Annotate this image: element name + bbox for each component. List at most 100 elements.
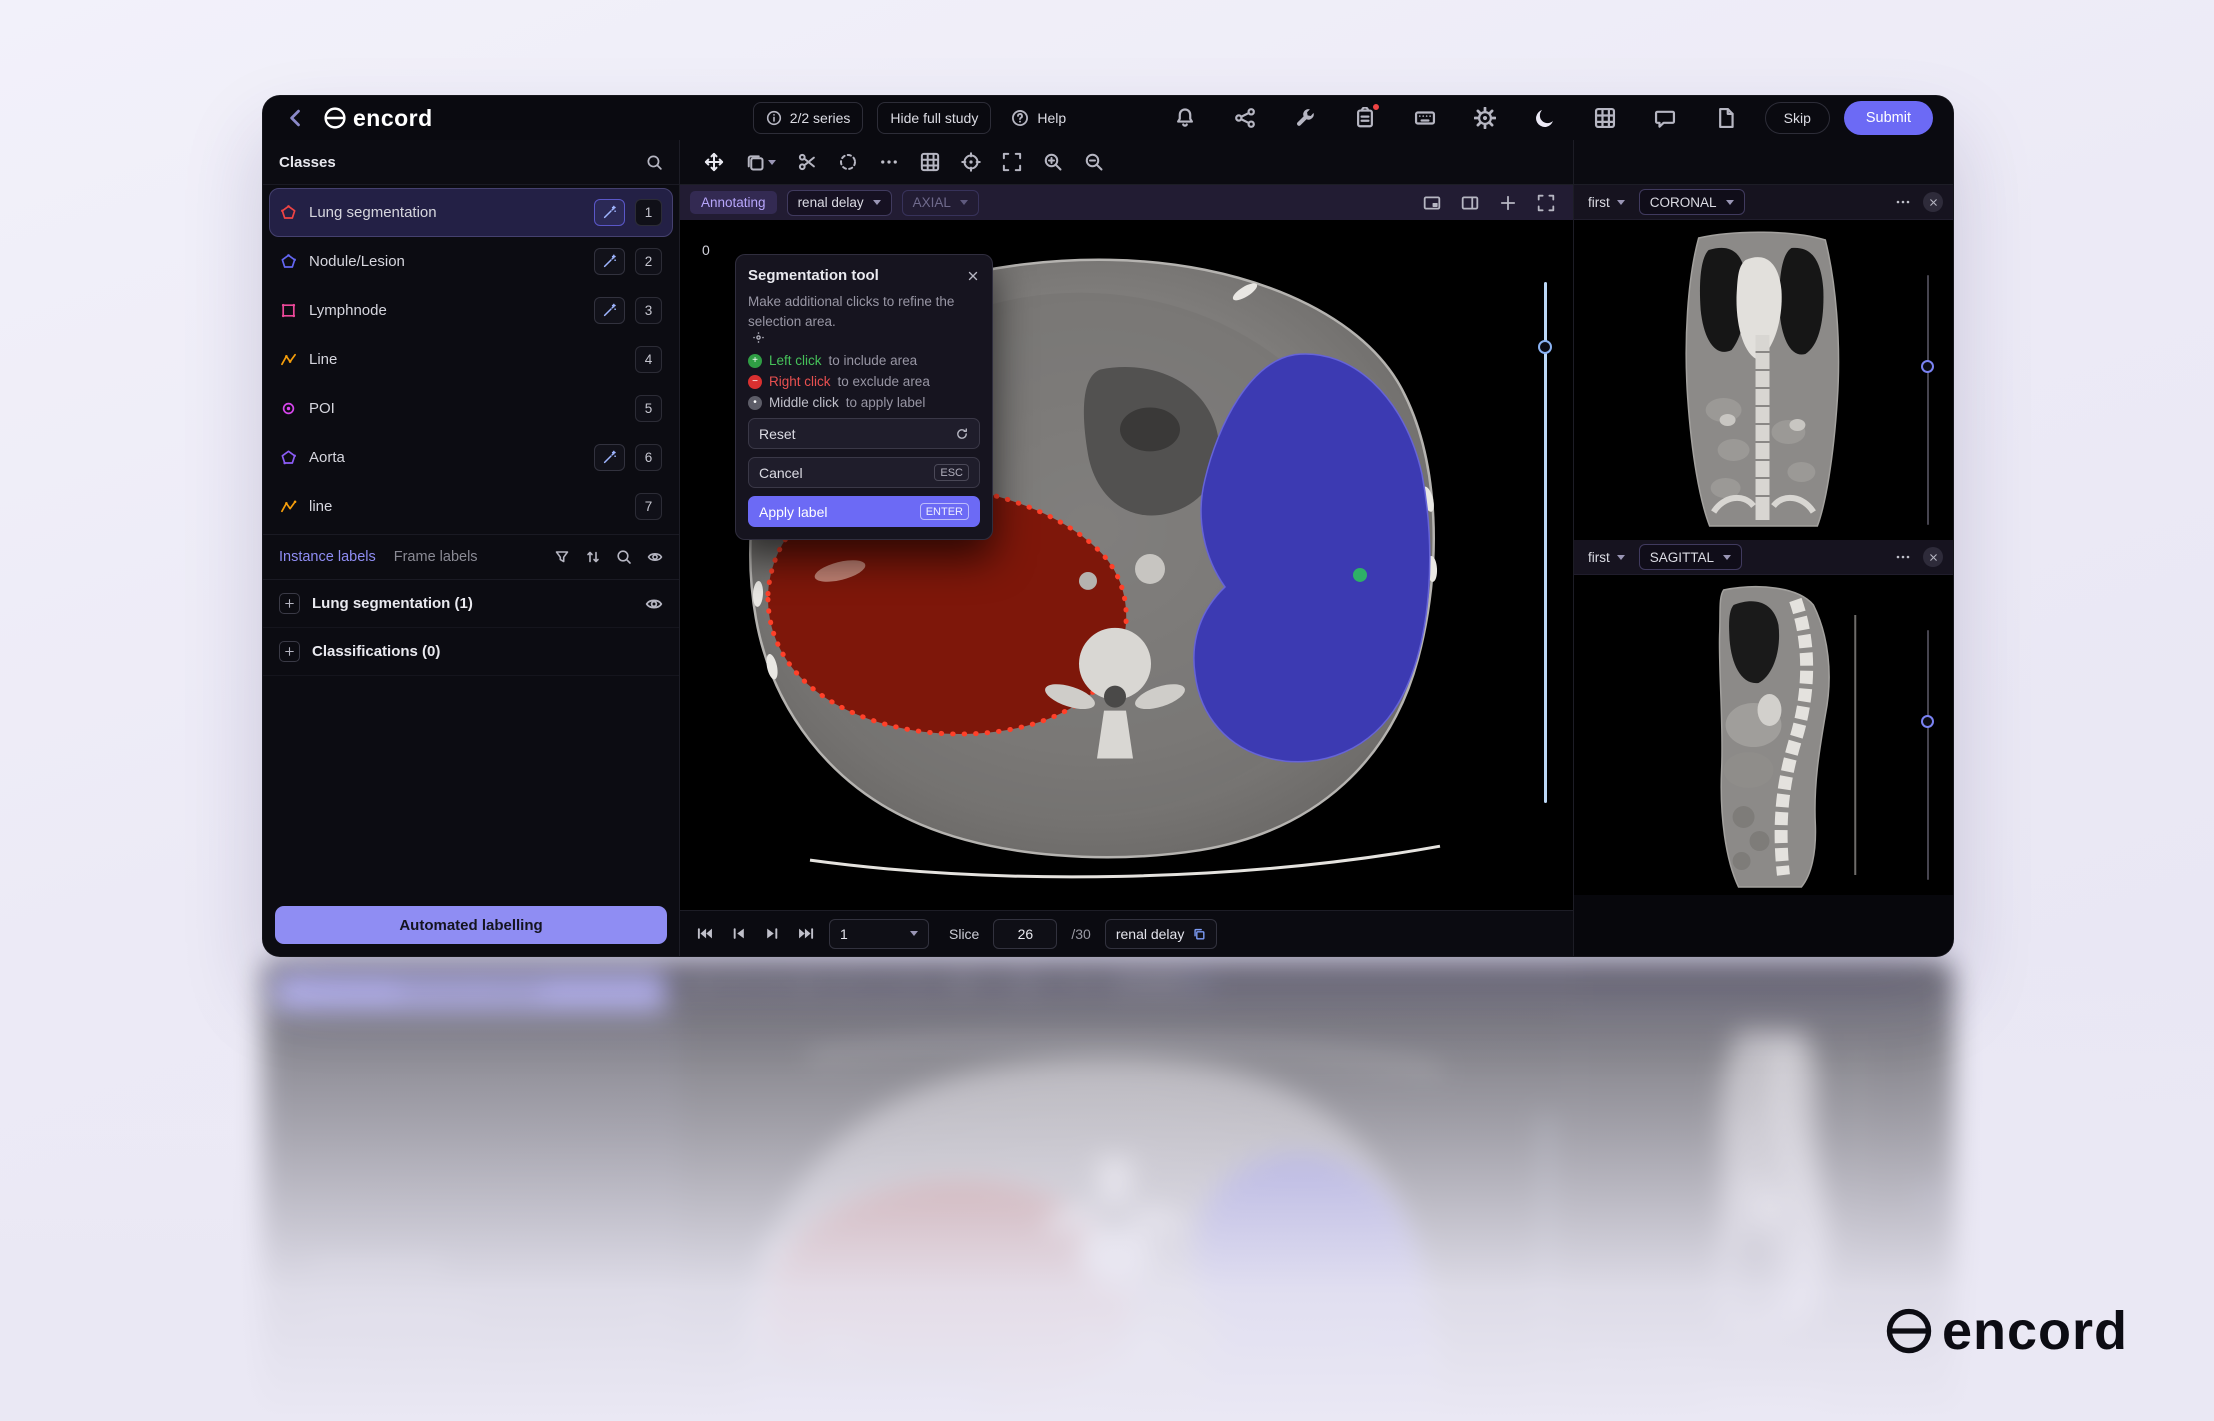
help-button[interactable]: Help bbox=[1011, 109, 1066, 127]
picture-in-picture-icon[interactable] bbox=[1423, 194, 1441, 212]
expand-button[interactable] bbox=[279, 593, 300, 614]
back-button[interactable] bbox=[283, 105, 309, 131]
share-button[interactable] bbox=[1233, 106, 1257, 130]
crosshair-tool-button[interactable] bbox=[961, 152, 981, 172]
zoom-out-button[interactable] bbox=[1084, 152, 1104, 172]
documents-button[interactable] bbox=[1713, 106, 1737, 130]
duplicate-tool-button[interactable] bbox=[745, 152, 776, 172]
tab-frame-labels[interactable]: Frame labels bbox=[394, 549, 478, 565]
series-info-button[interactable]: 2/2 series bbox=[753, 102, 864, 134]
coronal-plane-select[interactable]: CORONAL bbox=[1639, 189, 1745, 215]
sagittal-series-select[interactable]: first bbox=[1584, 550, 1629, 565]
magic-wand-button[interactable] bbox=[594, 248, 625, 275]
slice-number-input[interactable] bbox=[993, 919, 1057, 949]
classifications-group[interactable]: Classifications (0) bbox=[263, 628, 679, 676]
class-row-lymphnode[interactable]: Lymphnode 3 bbox=[269, 286, 673, 335]
sagittal-viewport[interactable] bbox=[1574, 575, 1953, 895]
class-row-nodule-lesion[interactable]: Nodule/Lesion 2 bbox=[269, 237, 673, 286]
sagittal-ct-image bbox=[1574, 575, 1953, 895]
class-row-aorta[interactable]: Aorta 6 bbox=[269, 433, 673, 482]
magic-wand-button[interactable] bbox=[594, 199, 625, 226]
class-row-line[interactable]: Line 4 bbox=[269, 335, 673, 384]
cut-tool-button[interactable] bbox=[797, 152, 817, 172]
apply-label-button[interactable]: Apply label ENTER bbox=[748, 496, 980, 527]
class-row-lung-segmentation[interactable]: Lung segmentation 1 bbox=[269, 188, 673, 237]
classes-title: Classes bbox=[279, 154, 336, 171]
hide-full-study-button[interactable]: Hide full study bbox=[877, 102, 991, 134]
magic-wand-icon bbox=[602, 303, 617, 318]
prev-frame-button[interactable] bbox=[730, 925, 747, 942]
shortcuts-button[interactable] bbox=[1413, 106, 1437, 130]
series-select[interactable]: renal delay bbox=[787, 190, 892, 216]
submit-button[interactable]: Submit bbox=[1844, 101, 1933, 135]
class-hotkey-badge: 5 bbox=[635, 395, 662, 422]
slider-handle[interactable] bbox=[1921, 360, 1934, 373]
coronal-series-select[interactable]: first bbox=[1584, 195, 1629, 210]
series-chip[interactable]: renal delay bbox=[1105, 919, 1218, 949]
more-options-icon[interactable] bbox=[1895, 549, 1911, 565]
coronal-viewport[interactable] bbox=[1574, 220, 1953, 540]
expand-button[interactable] bbox=[279, 641, 300, 662]
tools-button[interactable] bbox=[1293, 106, 1317, 130]
close-panel-button[interactable] bbox=[1923, 192, 1943, 212]
sagittal-plane-select[interactable]: SAGITTAL bbox=[1639, 544, 1742, 570]
fullscreen-button[interactable] bbox=[1002, 152, 1022, 172]
skip-button[interactable]: Skip bbox=[1765, 102, 1830, 134]
ellipse-tool-button[interactable] bbox=[838, 152, 858, 172]
slider-handle[interactable] bbox=[1538, 340, 1552, 354]
first-frame-button[interactable] bbox=[696, 925, 713, 942]
settings-button[interactable] bbox=[1473, 106, 1497, 130]
frame-select[interactable]: 1 bbox=[829, 919, 929, 949]
sagittal-slice-slider[interactable] bbox=[1927, 630, 1930, 880]
coronal-slice-slider[interactable] bbox=[1927, 275, 1930, 525]
close-icon[interactable] bbox=[966, 269, 980, 283]
reset-button[interactable]: Reset bbox=[748, 418, 980, 449]
viewer-header: Annotating renal delay AXIAL bbox=[680, 185, 1573, 220]
cancel-button[interactable]: Cancel ESC bbox=[748, 457, 980, 488]
tasks-button[interactable] bbox=[1353, 106, 1377, 130]
layout-grid-button[interactable] bbox=[920, 152, 940, 172]
magic-wand-button[interactable] bbox=[594, 444, 625, 471]
add-view-icon[interactable] bbox=[1499, 194, 1517, 212]
axial-viewport[interactable]: 0 Segmentation tool Make additional clic… bbox=[680, 220, 1573, 910]
eye-icon[interactable] bbox=[647, 549, 663, 565]
pan-tool-button[interactable] bbox=[704, 152, 724, 172]
sort-icon[interactable] bbox=[585, 549, 601, 565]
slider-handle[interactable] bbox=[1921, 715, 1934, 728]
dark-mode-button[interactable] bbox=[1533, 106, 1557, 130]
magic-wand-button[interactable] bbox=[594, 297, 625, 324]
filter-icon[interactable] bbox=[554, 549, 570, 565]
last-frame-button[interactable] bbox=[798, 925, 815, 942]
notifications-button[interactable] bbox=[1173, 106, 1197, 130]
more-tools-button[interactable] bbox=[879, 152, 899, 172]
search-icon[interactable] bbox=[646, 154, 663, 171]
grid-view-button[interactable] bbox=[1593, 106, 1617, 130]
zoom-in-button[interactable] bbox=[1043, 152, 1063, 172]
class-hotkey-badge: 7 bbox=[635, 493, 662, 520]
class-row-line-2[interactable]: line 7 bbox=[269, 482, 673, 531]
next-frame-button[interactable] bbox=[764, 925, 781, 942]
expand-icon[interactable] bbox=[1537, 194, 1555, 212]
more-options-icon[interactable] bbox=[1895, 194, 1911, 210]
chevron-left-icon bbox=[286, 108, 306, 128]
class-row-poi[interactable]: POI 5 bbox=[269, 384, 673, 433]
comments-button[interactable] bbox=[1653, 106, 1677, 130]
class-label: Lung segmentation bbox=[309, 204, 582, 221]
close-panel-button[interactable] bbox=[1923, 547, 1943, 567]
legend-left-click: + Left click to include area bbox=[748, 353, 980, 368]
right-column-spacer bbox=[1574, 140, 1953, 185]
plane-select[interactable]: AXIAL bbox=[902, 190, 979, 216]
slice-total: /30 bbox=[1071, 926, 1090, 942]
automated-labelling-button[interactable]: Automated labelling bbox=[275, 906, 667, 944]
legend-middle-click: • Middle click to apply label bbox=[748, 395, 980, 410]
search-icon[interactable] bbox=[616, 549, 632, 565]
tab-instance-labels[interactable]: Instance labels bbox=[279, 549, 376, 565]
eye-icon[interactable] bbox=[645, 595, 663, 613]
polygon-icon bbox=[280, 204, 297, 221]
split-panel-icon[interactable] bbox=[1461, 194, 1479, 212]
axial-slice-slider[interactable] bbox=[1544, 282, 1547, 803]
app-body: Classes Lung segmentation 1 Nodu bbox=[263, 140, 1953, 956]
chevron-down-icon bbox=[873, 200, 881, 205]
info-icon bbox=[766, 110, 782, 126]
instance-group-lung-segmentation[interactable]: Lung segmentation (1) bbox=[263, 580, 679, 628]
